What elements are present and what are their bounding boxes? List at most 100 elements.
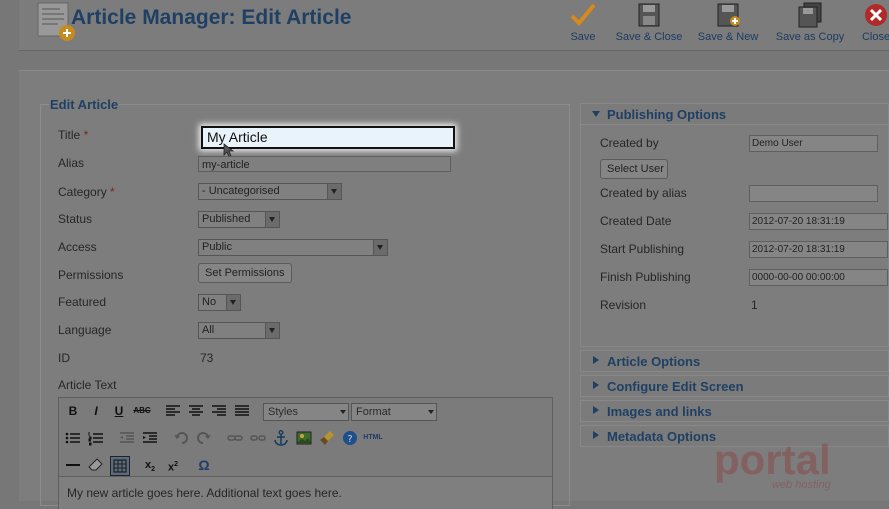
save-new-label: Save & New	[697, 31, 759, 43]
image-icon[interactable]	[295, 429, 313, 447]
created-by-alias-input[interactable]	[749, 185, 878, 202]
editor-toolbar-row-3: x2 x2 Ω	[59, 452, 552, 477]
strikethrough-icon[interactable]: ABC	[133, 402, 151, 420]
outdent-icon[interactable]	[118, 429, 136, 447]
format-select-label: Format	[356, 406, 391, 418]
created-by-alias-label: Created by alias	[600, 186, 687, 200]
bold-icon[interactable]: B	[64, 402, 82, 420]
superscript-icon[interactable]: x2	[164, 456, 182, 474]
portal-watermark-logo: portal web hosting	[714, 436, 832, 491]
required-mark: *	[110, 185, 115, 199]
horizontal-rule-icon[interactable]	[64, 456, 82, 474]
chevron-down-icon	[265, 212, 279, 227]
language-select[interactable]: All	[198, 322, 280, 339]
editor-toolbar-row-2: ? HTML	[59, 425, 552, 450]
save-close-label: Save & Close	[615, 31, 683, 43]
watermark-brand: portal	[714, 436, 831, 483]
start-publishing-input[interactable]: 2012-07-20 18:31:19	[749, 241, 888, 258]
editor-text: My new article goes here. Additional tex…	[67, 486, 342, 500]
italic-icon[interactable]: I	[87, 402, 105, 420]
metadata-options-title: Metadata Options	[607, 429, 717, 444]
html-source-button[interactable]: HTML	[361, 429, 385, 447]
status-select[interactable]: Published	[198, 211, 280, 228]
required-mark: *	[83, 128, 89, 142]
chevron-down-icon	[226, 295, 240, 310]
access-select[interactable]: Public	[198, 239, 388, 256]
status-label: Status	[58, 212, 93, 226]
save-as-copy-button[interactable]: Save as Copy	[774, 2, 846, 46]
special-character-icon[interactable]: Ω	[195, 456, 213, 474]
revision-value: 1	[751, 298, 758, 312]
publishing-options-header[interactable]: Publishing Options	[580, 103, 889, 125]
subscript-icon[interactable]: x2	[141, 456, 159, 474]
access-label: Access	[58, 240, 97, 254]
help-icon[interactable]: ?	[341, 429, 359, 447]
publishing-options-title: Publishing Options	[607, 107, 727, 122]
configure-edit-screen-header[interactable]: Configure Edit Screen	[580, 375, 889, 397]
table-icon[interactable]	[110, 456, 130, 476]
underline-icon[interactable]: U	[110, 402, 128, 420]
save-as-copy-label: Save as Copy	[775, 31, 845, 43]
chevron-down-icon	[265, 323, 279, 338]
alias-input[interactable]: my-article	[198, 156, 451, 172]
language-label: Language	[58, 323, 112, 337]
editor-content-area[interactable]: My new article goes here. Additional tex…	[59, 476, 552, 509]
save-close-button[interactable]: Save & Close	[614, 2, 684, 46]
created-date-input[interactable]: 2012-07-20 18:31:19	[749, 213, 888, 230]
category-label: Category *	[58, 185, 115, 199]
floppy-icon	[638, 3, 660, 27]
title-label: Title *	[58, 128, 88, 142]
bullet-list-icon[interactable]	[64, 429, 82, 447]
link-icon[interactable]	[226, 429, 244, 447]
dimmed-screen: Article Manager: Edit Article Save Save …	[0, 0, 889, 509]
created-by-label: Created by	[600, 136, 659, 150]
edit-article-legend: Edit Article	[49, 97, 120, 112]
article-options-header[interactable]: Article Options	[580, 350, 889, 372]
featured-value: No	[202, 296, 217, 308]
id-value: 73	[200, 351, 214, 365]
finish-publishing-input[interactable]: 0000-00-00 00:00:00	[749, 269, 888, 286]
chevron-down-icon	[426, 404, 436, 420]
category-select[interactable]: - Uncategorised	[198, 183, 342, 200]
alias-label: Alias	[58, 156, 85, 170]
collapsed-triangle-icon	[593, 431, 599, 439]
save-new-button[interactable]: Save & New	[696, 2, 760, 46]
redo-icon[interactable]	[195, 429, 213, 447]
select-user-button[interactable]: Select User	[600, 159, 668, 179]
format-select[interactable]: Format	[351, 403, 437, 421]
align-center-icon[interactable]	[187, 402, 205, 420]
editor-toolbar-row-1: B I U ABC Styles Format	[59, 398, 552, 423]
align-left-icon[interactable]	[164, 402, 182, 420]
set-permissions-button[interactable]: Set Permissions	[198, 263, 292, 283]
expanded-triangle-icon	[592, 111, 600, 117]
created-date-label: Created Date	[600, 214, 672, 228]
save-button[interactable]: Save	[566, 2, 600, 46]
finish-publishing-label: Finish Publishing	[600, 270, 691, 284]
access-value: Public	[202, 241, 232, 253]
unlink-icon[interactable]	[249, 429, 267, 447]
featured-select[interactable]: No	[198, 294, 241, 311]
collapsed-triangle-icon	[593, 406, 599, 414]
article-options-title: Article Options	[607, 354, 701, 369]
eraser-icon[interactable]	[87, 456, 105, 474]
article-text-label: Article Text	[58, 378, 117, 392]
anchor-icon[interactable]	[272, 429, 290, 447]
category-value: - Uncategorised	[202, 185, 280, 197]
styles-select[interactable]: Styles	[263, 403, 349, 421]
cleanup-brush-icon[interactable]	[318, 429, 336, 447]
start-publishing-label: Start Publishing	[600, 242, 685, 256]
close-button[interactable]: Close	[860, 2, 889, 46]
language-value: All	[202, 324, 215, 336]
revision-label: Revision	[600, 298, 647, 312]
numbered-list-icon[interactable]	[87, 429, 105, 447]
id-label: ID	[58, 351, 70, 365]
images-and-links-header[interactable]: Images and links	[580, 400, 889, 422]
collapsed-triangle-icon	[593, 356, 599, 364]
indent-icon[interactable]	[141, 429, 159, 447]
align-right-icon[interactable]	[210, 402, 228, 420]
undo-icon[interactable]	[172, 429, 190, 447]
title-input[interactable]: My Article	[201, 126, 455, 149]
check-icon	[570, 3, 596, 26]
align-justify-icon[interactable]	[233, 402, 251, 420]
save-label: Save	[570, 31, 596, 43]
